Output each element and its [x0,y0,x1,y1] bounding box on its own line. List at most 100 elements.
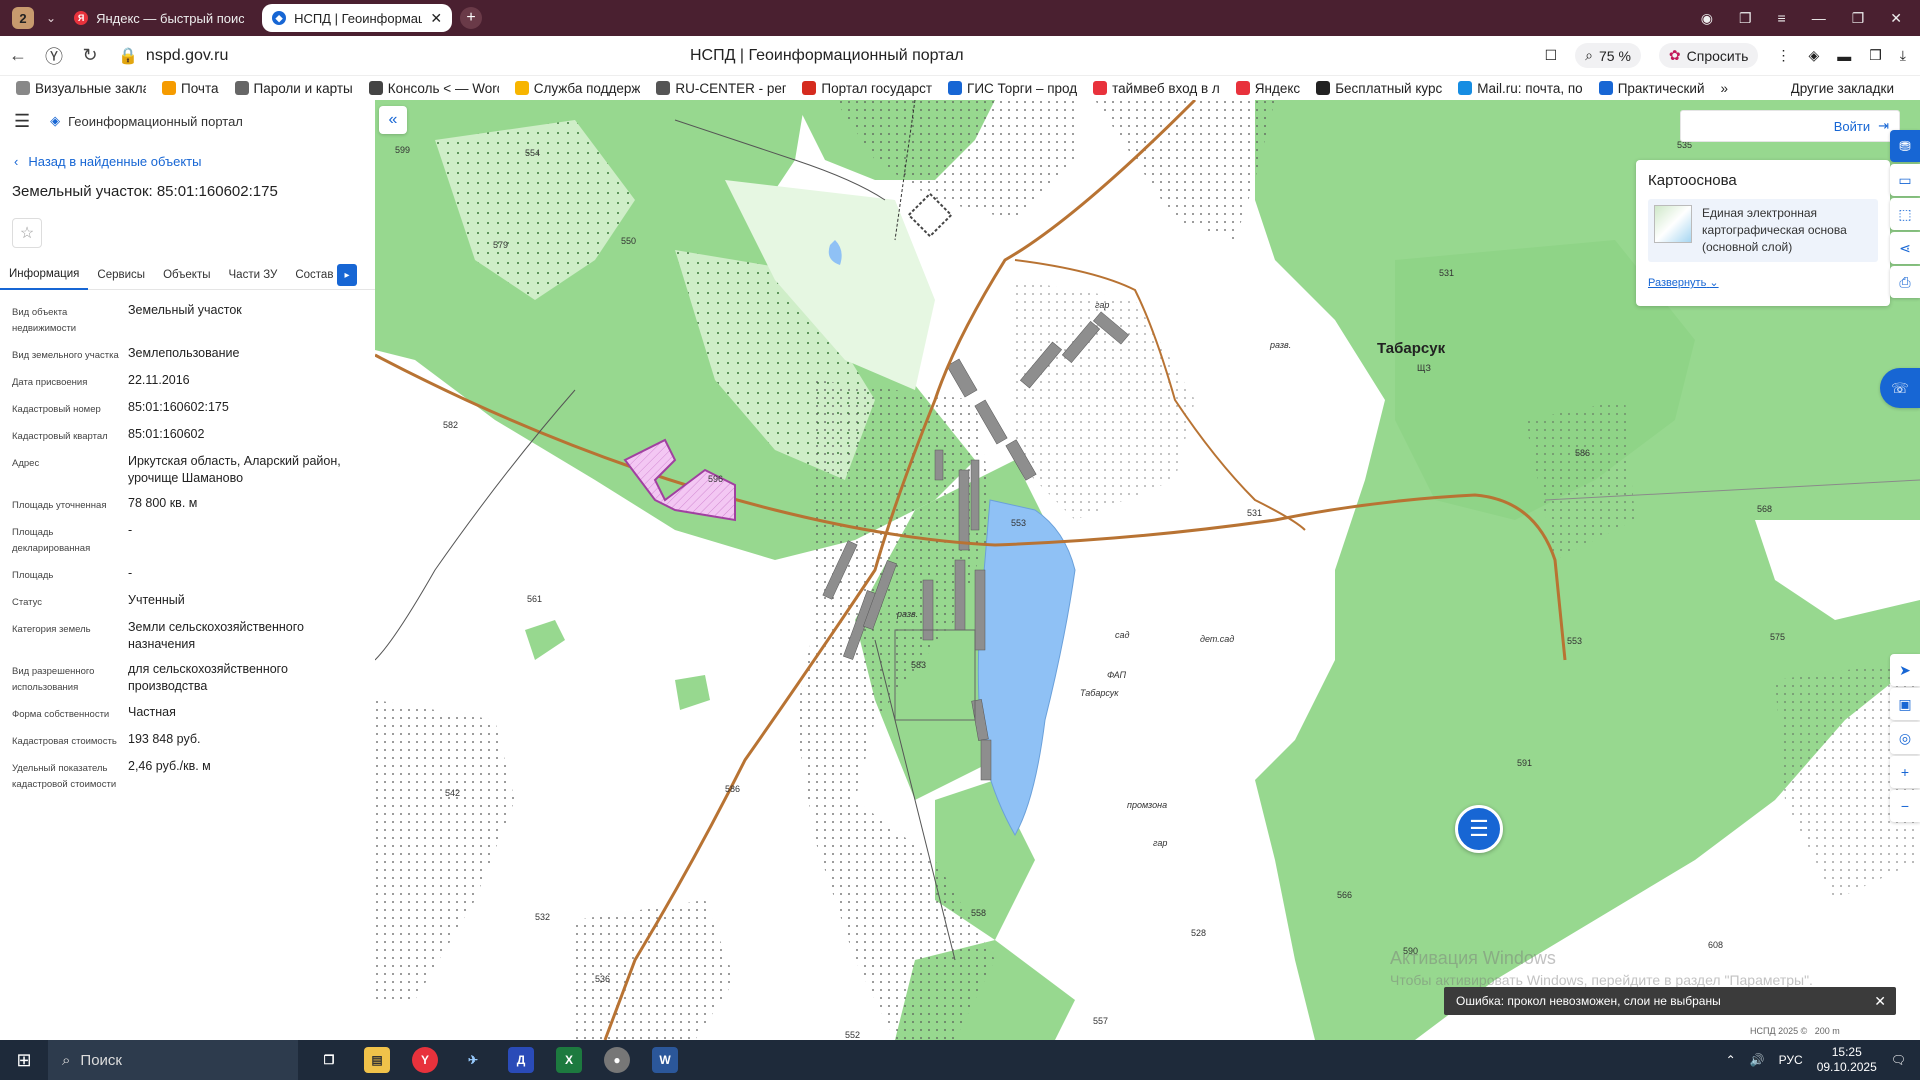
property-key: Вид объекта недвижимости [12,307,77,334]
yandex-logo-icon[interactable]: Ⓨ [36,43,72,69]
assistant-icon[interactable]: ☏ [1880,368,1920,408]
close-window-icon[interactable]: ✕ [1890,10,1902,27]
bookmark-item[interactable]: Бесплатный курс [1316,81,1442,96]
navigate-icon[interactable]: ➤ [1890,654,1920,686]
yandex-icon: Я [74,11,89,25]
portal-header[interactable]: ◈ Геоинформационный портал [50,113,243,129]
bookmark-item[interactable]: Консоль < — Word [368,81,499,96]
place-label: разв. [897,609,919,619]
tab-2[interactable]: Объекты [154,260,219,290]
new-tab-button[interactable]: + [460,7,483,29]
elevation-label: 561 [527,594,543,604]
tab-3[interactable]: Части ЗУ [220,260,287,290]
bookmark-item[interactable]: Служба поддерж [514,81,640,96]
layers-tool-button[interactable]: ⛃ [1890,130,1920,162]
url-field[interactable]: 🔒 nspd.gov.ru [118,46,228,66]
menu-icon[interactable]: ☰ [14,111,30,132]
chevron-up-icon[interactable]: ⌃ [1726,1053,1736,1067]
zoom-in-icon[interactable]: + [1890,756,1920,788]
file-explorer-icon[interactable]: ▤ [364,1047,390,1073]
task-view-icon[interactable]: ❐ [316,1047,342,1073]
ask-button[interactable]: ✿ Спросить [1658,43,1759,68]
zoom-value: 75 % [1599,47,1631,64]
chat-button[interactable]: ☰ [1455,805,1503,853]
taskbar-search[interactable]: ⌕ Поиск [48,1040,298,1080]
extensions-icon[interactable]: ❒ [1869,47,1882,64]
map-canvas[interactable]: 599 554 579 550 582 596 561 553 583 586 … [375,100,1920,1040]
profile-icon[interactable]: ◉ [1701,10,1713,27]
bookmark-item[interactable]: Портал государст [802,81,932,96]
more-icon[interactable]: ⋮ [1776,47,1790,64]
property-key: Вид разрешенного использования [12,666,95,693]
login-button[interactable]: Войти ⇥ [1680,110,1900,142]
notifications-icon[interactable]: 🗨 [1891,1053,1906,1067]
volume-icon[interactable]: 🔊 [1750,1053,1765,1067]
app-icon[interactable]: Д [508,1047,534,1073]
select-area-icon[interactable]: ⬚ [1890,198,1920,230]
property-row: Категория земель Земли сельскохозяйственн… [0,619,375,653]
zoom-out-icon[interactable]: − [1890,790,1920,822]
extension-icon[interactable]: ◈ [1808,47,1819,64]
clock[interactable]: 15:25 09.10.2025 [1817,1045,1877,1075]
menu-icon[interactable]: ≡ [1778,10,1786,26]
property-row: Дата присвоения 22.11.2016 [0,372,375,391]
bookmark-item[interactable]: Яндекс [1235,81,1300,96]
reload-icon[interactable]: ↻ [72,45,108,66]
bookmark-item[interactable]: Почта [162,81,219,96]
close-icon[interactable]: ✕ [1874,993,1886,1010]
collections-icon[interactable]: ❐ [1739,10,1752,27]
chevron-down-icon[interactable]: ⌄ [46,11,56,25]
bookmark-item[interactable]: Mail.ru: почта, по [1458,81,1583,96]
back-link[interactable]: ‹ Назад в найденные объекты [14,154,375,169]
property-value: 22.11.2016 [128,373,190,387]
share-icon[interactable]: ⋖ [1890,232,1920,264]
tab-title: Яндекс — быстрый поиск [96,10,245,26]
extension-icon[interactable]: ▬ [1837,48,1851,64]
other-bookmarks[interactable]: Другие закладки [1791,81,1894,96]
close-icon[interactable]: ✕ [430,10,442,27]
excel-icon[interactable]: X [556,1047,582,1073]
elevation-label: 586 [1575,448,1591,458]
tab-4[interactable]: Состав [286,260,342,290]
bookmark-item[interactable]: Визуальные заклад [16,81,146,96]
elevation-label: 586 [725,784,741,794]
download-icon[interactable]: ⤓ [1900,47,1906,64]
app-icon[interactable]: ● [604,1047,630,1073]
place-label: разв. [1270,340,1292,350]
bookmark-item[interactable]: » [1720,81,1728,96]
bookmark-item[interactable]: таймвеб вход в л [1093,81,1220,96]
maximize-icon[interactable]: ❐ [1852,10,1865,27]
tab-0[interactable]: Информация [0,260,89,290]
tab-nspd[interactable]: ◆ НСПД | Геоинформаци ✕ [262,4,453,32]
tab-count-badge[interactable]: 2 [12,7,34,29]
minimap-icon[interactable]: ▣ [1890,688,1920,720]
basemap-title: Картооснова [1648,172,1737,189]
expand-link[interactable]: Развернуть ⌄ [1648,276,1878,289]
yandex-browser-icon[interactable]: Y [412,1047,438,1073]
language-indicator[interactable]: РУС [1779,1053,1803,1067]
basemap-layer-item[interactable]: Единая электронная картографическая осно… [1648,199,1878,262]
tab-1[interactable]: Сервисы [88,260,154,290]
tab-yandex[interactable]: Я Яндекс — быстрый поиск [64,4,254,32]
bookmark-icon[interactable]: ☐ [1545,47,1558,64]
bookmark-item[interactable]: RU-CENTER - рег [656,81,786,96]
minimize-icon[interactable]: — [1812,10,1826,26]
bookmark-item[interactable]: Пароли и карты [234,81,353,96]
property-key: Вид земельного участка [12,350,119,361]
ruler-icon[interactable]: ▭ [1890,164,1920,196]
bookmark-item[interactable]: ГИС Торги – прод [948,81,1077,96]
tabs-scroll-right-button[interactable]: ▸ [337,264,357,286]
bookmark-item[interactable]: Практический [1598,81,1704,96]
location-icon[interactable]: ◎ [1890,722,1920,754]
collapse-panel-button[interactable]: « [379,106,407,134]
error-toast: Ошибка: прокол невозможен, слои не выбра… [1444,987,1896,1015]
windows-start-icon[interactable]: ⊞ [0,1040,48,1080]
time: 15:25 [1831,1045,1862,1059]
favorite-star-button[interactable]: ☆ [12,218,42,248]
zoom-button[interactable]: ⌕ 75 % [1575,43,1641,68]
app-icon[interactable]: ✈ [460,1047,486,1073]
print-icon[interactable]: ⎙ [1890,266,1920,298]
back-icon[interactable]: ← [0,45,36,66]
bookmark-label: » [1720,80,1728,96]
word-icon[interactable]: W [652,1047,678,1073]
